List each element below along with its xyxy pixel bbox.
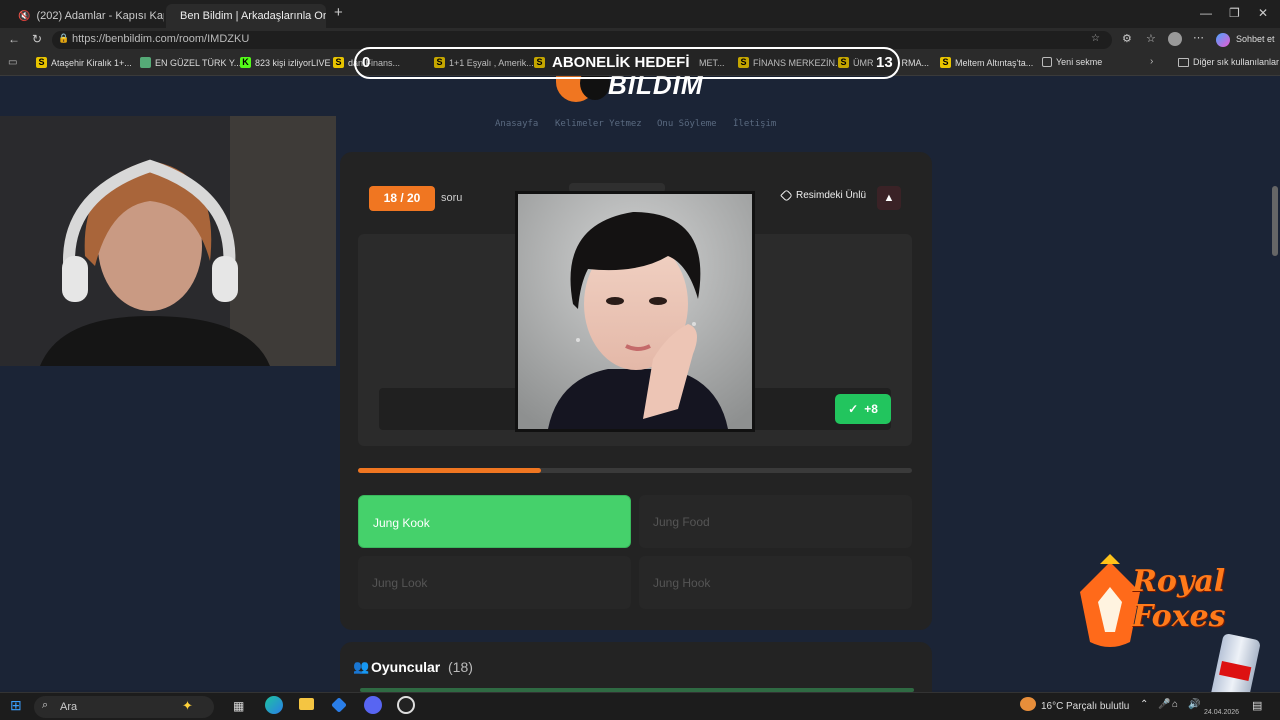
celebrity-photo bbox=[518, 194, 752, 429]
url-text: https://benbildim.com/room/IMDZKU bbox=[72, 33, 250, 45]
copilot-label[interactable]: Sohbet et bbox=[1236, 34, 1275, 44]
question-counter-suffix: soru bbox=[441, 192, 463, 204]
check-icon: ✓ bbox=[848, 402, 859, 416]
score-badge: ✓ +8 bbox=[835, 394, 891, 424]
page-icon bbox=[1042, 57, 1052, 67]
app-icon[interactable] bbox=[331, 697, 347, 713]
bookmark-item[interactable]: S Ataşehir Kiralık 1+... bbox=[36, 57, 132, 68]
tab-label: Ben Bildim | Arkadaşlarınla Online bbox=[180, 10, 326, 22]
subscriber-goal-overlay: 0 ABONELİK HEDEFİ 13 bbox=[354, 47, 900, 79]
bookmark-item[interactable]: EN GÜZEL TÜRK Y... bbox=[140, 57, 241, 68]
lock-icon: 🔒 bbox=[58, 33, 70, 43]
folder-icon bbox=[1178, 57, 1189, 67]
category-label: Resimdeki Ünlü bbox=[780, 189, 866, 202]
site-logo[interactable]: BİLDİM bbox=[608, 76, 704, 101]
brand-text: Royal Foxes bbox=[1132, 564, 1226, 634]
bookmark-icon bbox=[140, 57, 151, 68]
bookmark-item[interactable]: S Meltem Altıntaş'ta... bbox=[940, 57, 1033, 68]
weather-icon[interactable] bbox=[1020, 697, 1036, 711]
sparkle-icon: ✦ bbox=[182, 698, 193, 713]
question-progress-fill bbox=[358, 468, 541, 473]
tab-benbildim[interactable]: Ben Bildim | Arkadaşlarınla Online ✕ bbox=[166, 4, 326, 28]
speaker-icon[interactable]: 🔇 bbox=[18, 11, 30, 22]
players-count: (18) bbox=[448, 659, 473, 675]
window-close-icon[interactable]: ✕ bbox=[1258, 6, 1268, 20]
webcam-overlay bbox=[0, 116, 336, 366]
browser-tab-bar: 🔇 (202) Adamlar - Kapısı Kapalı ✕ Ben Bi… bbox=[0, 0, 1280, 28]
goal-target: 13 bbox=[876, 54, 893, 71]
tab-youtube[interactable]: 🔇 (202) Adamlar - Kapısı Kapalı ✕ bbox=[4, 4, 164, 28]
tab-label: (202) Adamlar - Kapısı Kapalı bbox=[36, 10, 164, 22]
maximize-icon[interactable]: ❐ bbox=[1229, 6, 1240, 20]
nav-onu-soyleme[interactable]: Onu Söyleme bbox=[657, 119, 717, 129]
clock-date[interactable]: 24.04.2026 bbox=[1204, 709, 1239, 716]
weather-desc[interactable]: Parçalı bulutlu bbox=[1066, 701, 1129, 712]
file-explorer-icon[interactable] bbox=[299, 698, 314, 710]
can-label-stripe bbox=[1219, 661, 1252, 681]
report-button[interactable]: ▲ bbox=[877, 186, 901, 210]
bookmark-item[interactable]: Yeni sekme bbox=[1042, 57, 1102, 67]
volume-icon[interactable]: 🔊 bbox=[1188, 699, 1200, 710]
answer-option-3[interactable]: Jung Look bbox=[358, 556, 631, 609]
favorite-star-icon[interactable]: ☆ bbox=[1091, 33, 1100, 44]
copilot-icon[interactable] bbox=[1216, 33, 1230, 47]
tray-chevron-icon[interactable]: ⌃ bbox=[1140, 699, 1148, 710]
nav-kelimeler-yetmez[interactable]: Kelimeler Yetmez bbox=[555, 119, 642, 129]
chevron-right-icon[interactable]: › bbox=[1150, 56, 1153, 67]
nav-iletisim[interactable]: İletişim bbox=[733, 119, 776, 129]
microphone-icon[interactable]: 🎤 bbox=[1158, 699, 1170, 710]
nav-home[interactable]: Anasayfa bbox=[495, 119, 538, 129]
answer-option-2[interactable]: Jung Food bbox=[639, 495, 912, 548]
tag-icon bbox=[780, 189, 793, 202]
page-scrollbar[interactable] bbox=[1270, 76, 1280, 690]
discord-icon[interactable] bbox=[364, 696, 382, 714]
more-menu-icon[interactable]: ⋯ bbox=[1193, 31, 1204, 44]
collections-icon[interactable]: ☆ bbox=[1146, 32, 1156, 45]
bookmark-s-icon: S bbox=[333, 57, 344, 68]
question-progress bbox=[358, 468, 912, 473]
windows-start-icon[interactable]: ⊞ bbox=[10, 697, 22, 714]
bookmark-item[interactable]: K 823 kişi izliyorLIVE bbox=[240, 57, 331, 68]
players-title: Oyuncular bbox=[371, 659, 441, 675]
profile-avatar[interactable] bbox=[1168, 32, 1182, 46]
windows-taskbar: ⊞ ⌕ Ara ✦ ▦ 16°C Parçalı bulutlu ⌃ 🎤 ⌂ 🔊… bbox=[0, 692, 1280, 720]
network-icon[interactable]: ⌂ bbox=[1172, 699, 1178, 710]
search-icon: ⌕ bbox=[42, 699, 49, 711]
kick-icon: K bbox=[240, 57, 251, 68]
question-image bbox=[515, 191, 755, 432]
extensions-icon[interactable]: ⚙ bbox=[1122, 32, 1132, 45]
scrollbar-thumb[interactable] bbox=[1272, 186, 1278, 256]
other-bookmarks[interactable]: Diğer sık kullanılanlar bbox=[1178, 57, 1279, 67]
obs-icon[interactable] bbox=[397, 696, 415, 714]
warning-icon: ▲ bbox=[883, 192, 895, 204]
goal-title: ABONELİK HEDEFİ bbox=[552, 54, 690, 71]
minimize-icon[interactable]: — bbox=[1200, 6, 1212, 20]
task-view-icon[interactable]: ▦ bbox=[233, 699, 244, 713]
search-placeholder: Ara bbox=[60, 701, 78, 713]
edge-icon[interactable] bbox=[265, 696, 283, 714]
notifications-icon[interactable]: ▤ bbox=[1252, 699, 1262, 712]
streamer-camera bbox=[0, 116, 336, 366]
bookmark-s-icon: S bbox=[36, 57, 47, 68]
goal-current: 0 bbox=[362, 54, 371, 71]
taskbar-search[interactable]: ⌕ Ara ✦ bbox=[34, 696, 214, 718]
weather-temp[interactable]: 16°C bbox=[1041, 701, 1063, 712]
answer-option-1[interactable]: Jung Kook bbox=[358, 495, 631, 548]
bookmark-s-icon: S bbox=[940, 57, 951, 68]
reload-icon[interactable]: ↻ bbox=[32, 32, 42, 46]
back-icon[interactable]: ← bbox=[8, 32, 20, 46]
users-icon: 👥 bbox=[353, 659, 370, 674]
sidebar-toggle-icon[interactable]: ▭ bbox=[8, 57, 17, 68]
question-counter: 18 / 20 bbox=[369, 186, 435, 211]
new-tab-button[interactable]: + bbox=[334, 4, 343, 21]
answer-option-4[interactable]: Jung Hook bbox=[639, 556, 912, 609]
